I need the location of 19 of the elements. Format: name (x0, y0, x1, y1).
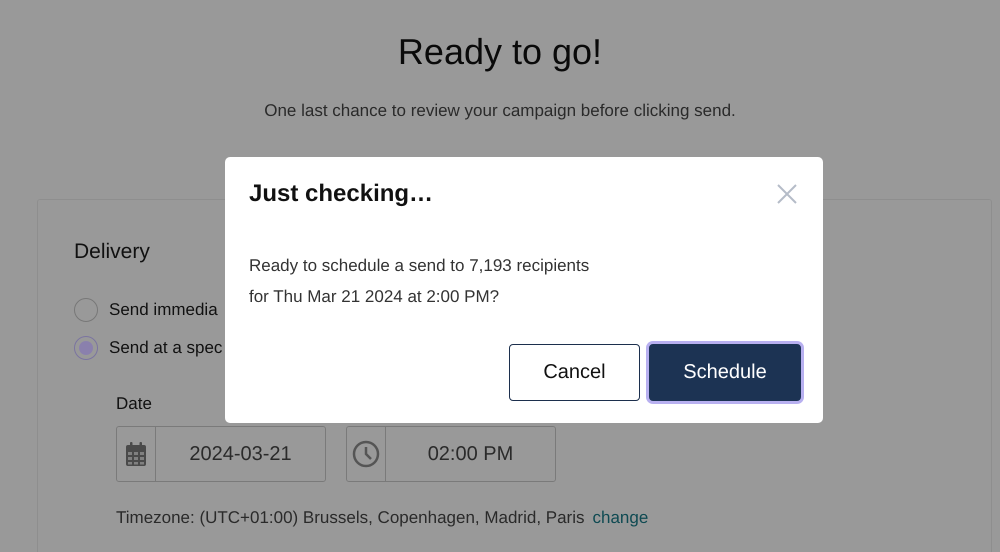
radio-label[interactable]: Send at a spec (109, 338, 222, 358)
page-subtitle: One last chance to review your campaign before clicking send. (263, 100, 737, 122)
time-field[interactable]: 02:00 PM (346, 426, 556, 482)
radio-button[interactable] (74, 298, 98, 322)
radio-button[interactable] (74, 336, 98, 360)
change-link[interactable]: change (592, 508, 648, 528)
calendar-icon (125, 441, 147, 467)
radio-label[interactable]: Send immedia (109, 300, 218, 320)
section-heading: Delivery (74, 240, 151, 264)
schedule-button[interactable]: Schedule (649, 344, 801, 401)
date-field[interactable]: 2024-03-21 (116, 426, 326, 482)
close-icon[interactable] (777, 184, 797, 204)
dialog-message: Ready to schedule a send to 7,193 recipients for Thu Mar 21 2024 at 2:00 PM? (249, 255, 590, 308)
timezone-text: Timezone: (UTC+01:00) Brussels, Copenhagen, Madrid, Paris (116, 508, 584, 528)
dialog-title: Just checking… (249, 179, 434, 209)
cancel-button[interactable]: Cancel (509, 344, 640, 401)
page-title: Ready to go! (396, 30, 604, 74)
clock-icon (352, 440, 380, 468)
field-label: Date (116, 394, 152, 414)
